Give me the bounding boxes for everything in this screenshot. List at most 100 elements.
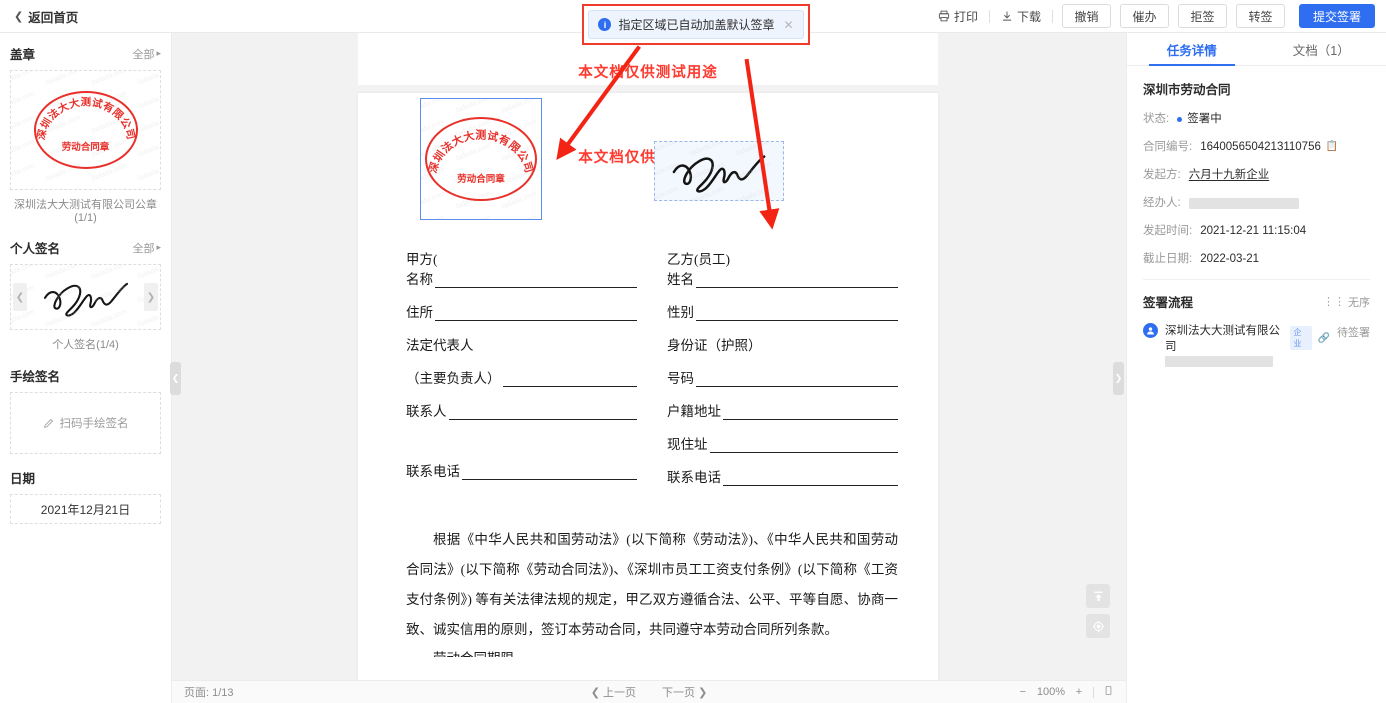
print-label: 打印 <box>953 9 978 24</box>
document-signature-field[interactable]: fadada.com fadada.com fadada.com fadada.com… <box>654 141 784 201</box>
next-page-button[interactable]: 下一页 ❯ <box>662 684 707 700</box>
back-home-button[interactable]: ❮ 返回首页 <box>14 7 78 26</box>
personal-signature-view-all[interactable]: 全部 ▸ <box>132 240 161 256</box>
fit-page-icon[interactable] <box>1103 685 1114 699</box>
flow-list-item[interactable]: 深圳法大大测试有限公司 企业 🔗 待签署 <box>1143 322 1370 372</box>
field-name-b: 姓名 <box>667 268 898 288</box>
link-icon[interactable]: 🔗 <box>1318 333 1330 344</box>
signing-app: ❮ 返回首页 打印 下载 撤销 催办 拒签 转签 提交签署 i 指定区域已自动加… <box>0 0 1386 703</box>
field-label: 名称 <box>406 272 433 287</box>
field-line <box>696 307 898 321</box>
field-line <box>435 274 637 288</box>
chevron-right-icon: ❯ <box>1114 373 1123 383</box>
zoom-divider <box>1093 686 1094 698</box>
panel-divider <box>1143 279 1370 280</box>
prev-page-button[interactable]: ❮ 上一页 <box>591 684 636 700</box>
close-icon[interactable]: ✕ <box>783 18 793 32</box>
signature-prev-button[interactable]: ❮ <box>13 283 27 311</box>
toast-message: 指定区域已自动加盖默认签章 <box>618 18 775 32</box>
scan-hand-signature-button[interactable]: 扫码手绘签名 <box>10 392 161 454</box>
stamp-caption: 深圳法大大测试有限公司公章(1/1) <box>14 199 157 224</box>
field-address-a: 住所 <box>406 301 637 321</box>
party-b-heading: 乙方(员工) <box>667 252 730 267</box>
back-home-label: 返回首页 <box>28 10 79 25</box>
party-columns: 甲方( 名称 住所 法定代表人 （主要负责人） 联系人 联系电话 乙方(员工) … <box>406 208 898 499</box>
chevron-right-icon: ❯ <box>698 687 708 699</box>
toolbar-actions: 打印 下载 撤销 催办 拒签 转签 提交签署 <box>927 4 1375 28</box>
field-line <box>462 466 637 480</box>
party-b-column: 乙方(员工) 姓名 性别 身份证（护照） 号码 户籍地址 现住址 联系电话 <box>667 208 898 499</box>
page-nav: ❮ 上一页 下一页 ❯ <box>591 684 708 700</box>
initiator-value[interactable]: 六月十九新企业 <box>1189 167 1270 183</box>
field-label: 身份证（护照） <box>667 338 762 353</box>
personal-signature-caption: 个人签名(1/4) <box>52 339 119 351</box>
document-viewer: 本文档仅供测试用途 本文档仅供测试用途 甲方( 名称 住所 法定代表人 （主要负… <box>172 33 1126 703</box>
applied-signature-ink <box>672 155 766 193</box>
field-principal-a: （主要负责人） <box>406 367 637 387</box>
field-id-type-b: 身份证（护照） <box>667 334 898 354</box>
field-line <box>435 307 637 321</box>
date-value: 2021年12月21日 <box>40 502 131 517</box>
flow-title: 签署流程 <box>1143 296 1194 310</box>
company-seal: 深圳法大大测试有限公司 劳动合同章 <box>33 91 138 169</box>
revoke-button[interactable]: 撤销 <box>1062 4 1111 28</box>
chevron-right-icon: ▸ <box>156 48 161 58</box>
field-label: 联系电话 <box>406 464 460 479</box>
field-id-number-b: 号码 <box>667 367 898 387</box>
document-stamp-field[interactable]: fadada.com fadada.com fadada.com fadada.com… <box>420 98 542 220</box>
copy-icon[interactable]: 📋 <box>1326 139 1338 155</box>
seal-bottom-text: 劳动合同章 <box>61 143 110 153</box>
zoom-in-button[interactable]: + <box>1074 686 1084 698</box>
field-registered-address-b: 户籍地址 <box>667 400 898 420</box>
sidebar-collapse-handle[interactable]: ❮ <box>170 362 181 395</box>
date-stamp-card[interactable]: 2021年12月21日 <box>10 494 161 524</box>
page-label: 页面: <box>184 687 210 699</box>
auto-stamp-toast: i 指定区域已自动加盖默认签章 ✕ <box>588 10 804 39</box>
personal-signature-card[interactable]: fadada.com fadada.com fadada.com fadada.com… <box>10 264 161 330</box>
tab-documents[interactable]: 文档（1） <box>1257 33 1386 65</box>
field-gender-b: 性别 <box>667 301 898 321</box>
pencil-icon <box>43 418 54 429</box>
detail-row-start-time: 发起时间: 2021-12-21 11:15:04 <box>1143 223 1370 239</box>
download-button[interactable]: 下载 <box>990 8 1052 25</box>
field-legal-rep-a: 法定代表人 <box>406 334 637 354</box>
personal-signature-title: 个人签名 <box>10 242 61 256</box>
deadline-value: 2022-03-21 <box>1200 253 1260 265</box>
zoom-out-button[interactable]: − <box>1018 686 1028 698</box>
tab-task-detail[interactable]: 任务详情 <box>1127 33 1257 66</box>
document-paragraph-next: 劳动合同期限 <box>406 647 898 657</box>
detail-row-contract-no: 合同编号: 1640056504213110756 📋 <box>1143 139 1370 155</box>
svg-text:深圳法大大测试有限公司: 深圳法大大测试有限公司 <box>425 128 535 175</box>
document-scroll-area[interactable]: 本文档仅供测试用途 本文档仅供测试用途 甲方( 名称 住所 法定代表人 （主要负… <box>172 33 1126 680</box>
field-label: 联系电话 <box>667 470 721 485</box>
scan-hand-signature-label: 扫码手绘签名 <box>59 418 129 430</box>
prev-page-label: 上一页 <box>603 687 636 699</box>
field-line <box>502 373 637 387</box>
status-value: 签署中 <box>1187 113 1222 125</box>
flow-signer-name: 深圳法大大测试有限公司 <box>1165 325 1280 353</box>
field-phone-a: 联系电话 <box>406 460 637 480</box>
print-button[interactable]: 打印 <box>927 8 989 25</box>
flow-item-main: 深圳法大大测试有限公司 企业 🔗 <box>1165 322 1330 372</box>
task-detail-panel: 任务详情 文档（1） 深圳市劳动合同 状态: 签署中 合同编号: 1640056… <box>1126 33 1386 703</box>
flow-signer-sub <box>1165 354 1273 371</box>
page-value: 1/13 <box>212 687 234 699</box>
right-panel-collapse-handle[interactable]: ❯ <box>1113 362 1124 395</box>
transfer-button[interactable]: 转签 <box>1236 4 1285 28</box>
viewer-float-buttons <box>1086 584 1110 638</box>
flow-order-toggle[interactable]: ⋮⋮ 无序 <box>1323 294 1370 310</box>
panel-tabs: 任务详情 文档（1） <box>1127 33 1386 66</box>
download-label: 下载 <box>1016 9 1041 24</box>
download-icon <box>1001 10 1013 22</box>
stamp-view-all[interactable]: 全部 ▸ <box>132 46 161 62</box>
submit-sign-button[interactable]: 提交签署 <box>1299 4 1375 28</box>
seal-outer-text-path: 深圳法大大测试有限公司 <box>425 128 535 175</box>
signature-next-button[interactable]: ❯ <box>144 283 158 311</box>
scroll-to-top-icon[interactable] <box>1086 584 1110 608</box>
locate-target-icon[interactable] <box>1086 614 1110 638</box>
flow-order-label: 无序 <box>1348 296 1370 309</box>
company-seal-card[interactable]: fadada.com fadada.com fadada.com fadada.com… <box>10 70 161 190</box>
urge-button[interactable]: 催办 <box>1120 4 1169 28</box>
reject-button[interactable]: 拒签 <box>1178 4 1227 28</box>
field-label: 现住址 <box>667 437 708 452</box>
